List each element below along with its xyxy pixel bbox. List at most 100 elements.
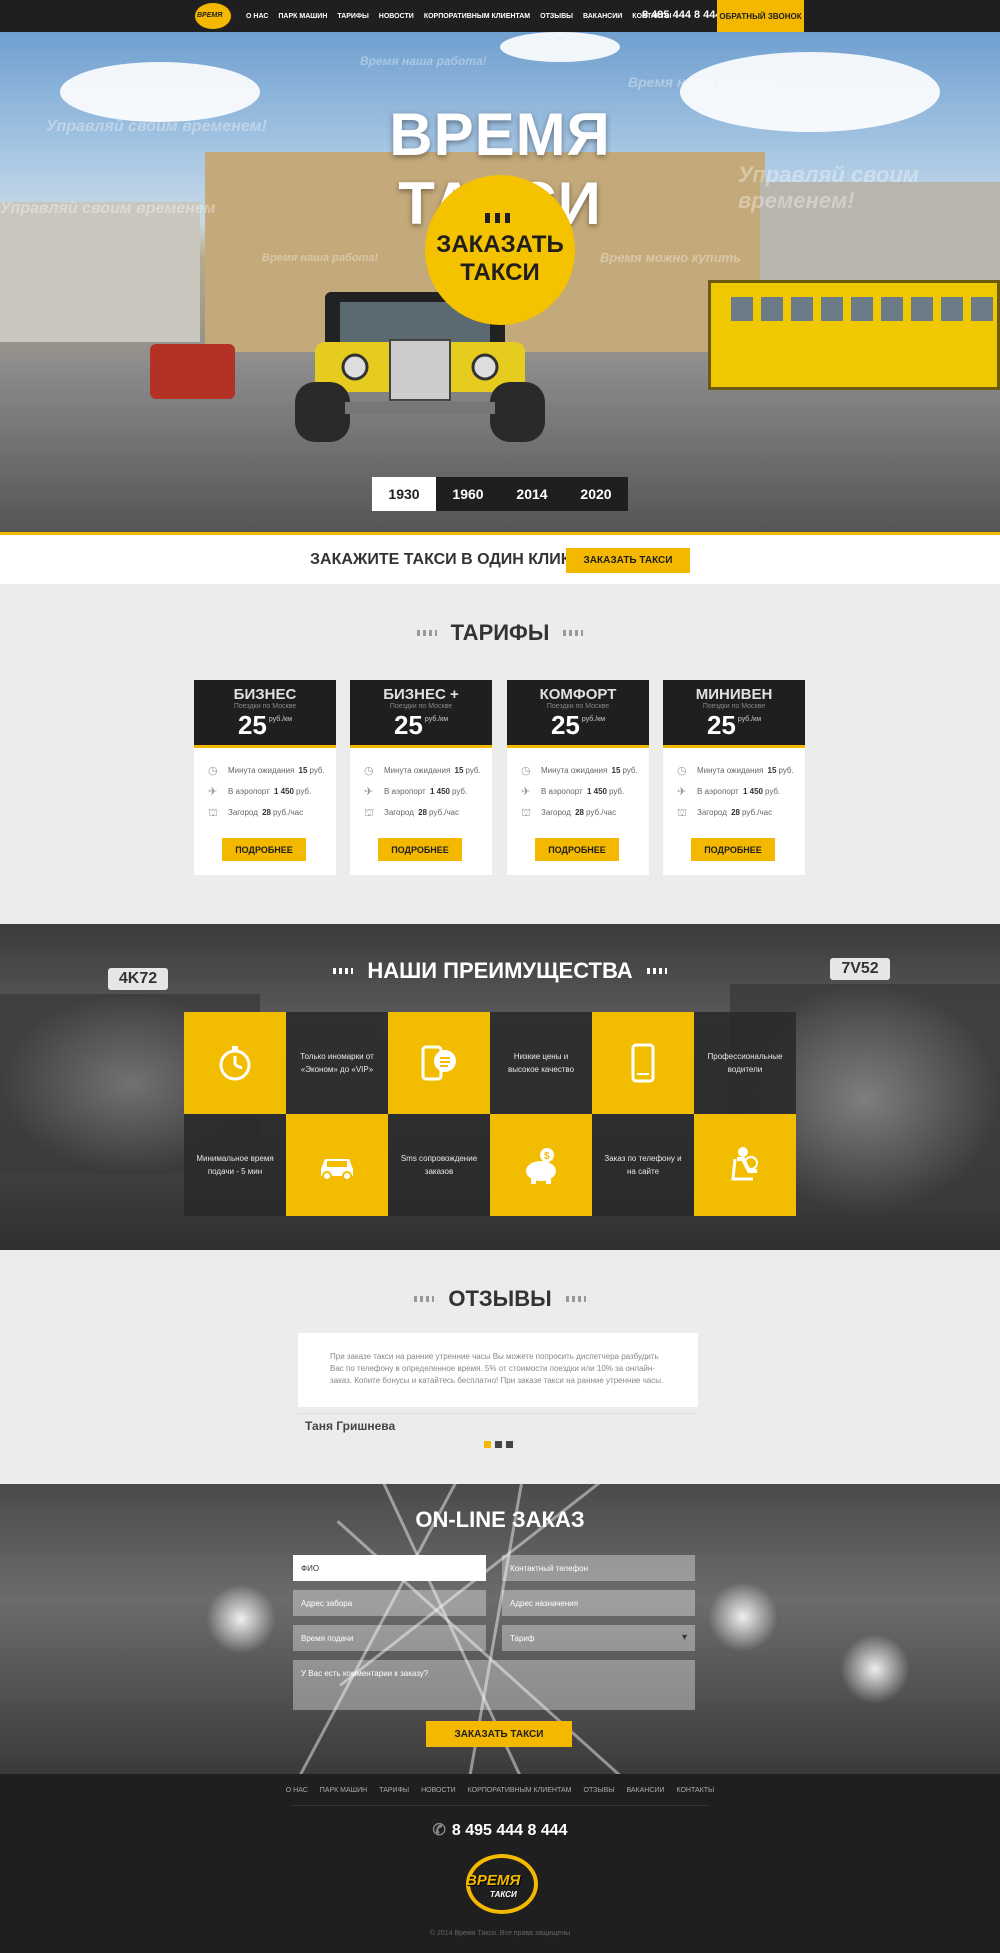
title-decor xyxy=(414,1296,435,1302)
plane-icon: ✈ xyxy=(677,785,687,798)
advantage-text: Только иномарки от «Эконом» до «VIP» xyxy=(300,1052,374,1074)
cloud xyxy=(60,62,260,122)
footer-logo-text: ВРЕМЯ xyxy=(466,1872,521,1889)
title-decor xyxy=(565,1296,586,1302)
outcity-value: 28 xyxy=(418,808,428,817)
clock-icon: ◷ xyxy=(364,764,374,777)
wait-value: 15 xyxy=(611,766,621,775)
order-title-text: ON-LINE ЗАКАЗ xyxy=(415,1507,585,1532)
footer-phone-number: 8 495 444 8 444 xyxy=(451,1822,568,1839)
outcity-icon: ⛫ xyxy=(677,806,688,819)
nav-link-tariffs[interactable]: ТАРИФЫ xyxy=(337,13,368,20)
nav-link-about[interactable]: О НАС xyxy=(246,13,268,20)
tariff-card-minivan: МИНИВЕН Поездки по Москве 25 руб./км ◷ Мин… xyxy=(663,680,805,875)
name-field[interactable]: ФИО xyxy=(293,1555,486,1581)
footer-menu: О НАС ПАРК МАШИН ТАРИФЫ НОВОСТИ КОРПОРАТ… xyxy=(0,1787,1000,1794)
cta-order-button[interactable]: ЗАКАЗАТЬ ТАКСИ xyxy=(566,548,690,573)
callback-button[interactable]: ОБРАТНЫЙ ЗВОНОК xyxy=(717,0,804,32)
outcity-value: 28 xyxy=(575,808,585,817)
outcity-icon: ⛫ xyxy=(364,806,375,819)
watermark: Время можно купить xyxy=(600,250,741,265)
advantage-fast-pickup: Минимальное время подачи - 5 мин xyxy=(184,1114,286,1216)
footer-link-corporate[interactable]: КОРПОРАТИВНЫМ КЛИЕНТАМ xyxy=(468,1787,572,1794)
airport-label: В аэропорт xyxy=(228,787,270,796)
nav-link-reviews[interactable]: ОТЗЫВЫ xyxy=(540,13,573,20)
wait-label: Минута ожидания xyxy=(228,766,295,775)
nav-phone[interactable]: 8 495 444 8 444 xyxy=(642,9,722,21)
logo-text: ВРЕМЯ xyxy=(197,12,223,19)
tariff-select[interactable]: Тариф xyxy=(502,1625,695,1651)
copyright: © 2014 Время Такси. Все права защищены xyxy=(429,1930,571,1937)
nav-link-fleet[interactable]: ПАРК МАШИН xyxy=(278,13,327,20)
wait-unit: руб. xyxy=(309,766,325,775)
footer-link-vacancies[interactable]: ВАКАНСИИ xyxy=(626,1787,664,1794)
airport-label: В аэропорт xyxy=(697,787,739,796)
tariff-more-button[interactable]: ПОДРОБНЕЕ xyxy=(691,838,775,861)
title-decor xyxy=(416,630,437,636)
tariff-price: 25 xyxy=(237,710,267,740)
tariff-more-button[interactable]: ПОДРОБНЕЕ xyxy=(535,838,619,861)
clock-icon: ◷ xyxy=(208,764,218,777)
footer-link-news[interactable]: НОВОСТИ xyxy=(421,1787,456,1794)
footer-divider xyxy=(290,1805,710,1806)
airport-unit: руб. xyxy=(451,787,468,796)
cloud xyxy=(500,32,620,62)
tariff-unit: руб./км xyxy=(424,716,449,723)
tariff-price: 25 xyxy=(550,710,580,740)
tariff-card-business: БИЗНЕС Поездки по Москве 25 руб./км ◷ Мину… xyxy=(194,680,336,875)
order-title: ON-LINE ЗАКАЗ xyxy=(0,1507,1000,1533)
footer-phone[interactable]: ✆ 8 495 444 8 444 xyxy=(0,1820,1000,1840)
svg-text:$: $ xyxy=(544,1151,550,1162)
hero-order-line2: ТАКСИ xyxy=(460,259,540,286)
submit-order-button[interactable]: ЗАКАЗАТЬ ТАКСИ xyxy=(426,1721,572,1747)
destination-address-field[interactable]: Адрес назначения xyxy=(502,1590,695,1616)
tariff-unit: руб./км xyxy=(581,716,606,723)
year-tab-1960[interactable]: 1960 xyxy=(436,477,500,511)
light-glow xyxy=(206,1584,276,1654)
airport-unit: руб. xyxy=(295,787,312,796)
advantage-foreign-cars: Только иномарки от «Эконом» до «VIP» xyxy=(286,1012,388,1114)
pickup-time-field[interactable]: Время подачи xyxy=(293,1625,486,1651)
tariff-more-button[interactable]: ПОДРОБНЕЕ xyxy=(378,838,462,861)
review-dot[interactable] xyxy=(495,1441,502,1448)
year-tab-2020[interactable]: 2020 xyxy=(564,477,628,511)
footer-link-tariffs[interactable]: ТАРИФЫ xyxy=(379,1787,409,1794)
footer-link-about[interactable]: О НАС xyxy=(286,1787,308,1794)
light-glow xyxy=(708,1582,778,1652)
clock-icon: ◷ xyxy=(521,764,531,777)
pickup-address-field[interactable]: Адрес забора xyxy=(293,1590,486,1616)
tariff-sub: Поездки по Москве xyxy=(233,703,297,710)
footer-link-fleet[interactable]: ПАРК МАШИН xyxy=(320,1787,367,1794)
year-tab-1930[interactable]: 1930 xyxy=(372,477,436,511)
hero-order-button[interactable]: ЗАКАЗАТЬ ТАКСИ xyxy=(425,175,575,325)
year-tab-2014[interactable]: 2014 xyxy=(500,477,564,511)
review-pagination xyxy=(484,1441,513,1448)
advantage-text: Минимальное время подачи - 5 мин xyxy=(196,1154,274,1176)
tariffs-title-text: ТАРИФЫ xyxy=(450,620,550,645)
airport-label: В аэропорт xyxy=(384,787,426,796)
wait-label: Минута ожидания xyxy=(541,766,608,775)
plane-icon: ✈ xyxy=(521,785,531,798)
tariff-price: 25 xyxy=(706,710,736,740)
plane-icon: ✈ xyxy=(364,785,374,798)
review-card: При заказе такси на ранние утренние часы… xyxy=(298,1333,698,1407)
advantage-sms: Sms сопровождение заказов xyxy=(388,1114,490,1216)
footer-logo[interactable]: ВРЕМЯ ТАКСИ xyxy=(466,1854,538,1914)
footer-link-contacts[interactable]: КОНТАКТЫ xyxy=(676,1787,714,1794)
outcity-value: 28 xyxy=(731,808,741,817)
review-dot[interactable] xyxy=(484,1441,491,1448)
tariff-more-button[interactable]: ПОДРОБНЕЕ xyxy=(222,838,306,861)
nav-link-vacancies[interactable]: ВАКАНСИИ xyxy=(583,13,622,20)
review-dot[interactable] xyxy=(506,1441,513,1448)
nav-link-corporate[interactable]: КОРПОРАТИВНЫМ КЛИЕНТАМ xyxy=(424,13,530,20)
tariff-name: БИЗНЕС xyxy=(233,686,297,703)
nav-link-news[interactable]: НОВОСТИ xyxy=(379,13,414,20)
title-decor xyxy=(333,968,354,974)
logo[interactable]: ВРЕМЯ xyxy=(193,1,233,31)
advantage-text: Заказ по телефону и на сайте xyxy=(604,1154,682,1176)
taxi-checker-icon xyxy=(485,213,515,223)
comment-field[interactable]: У Вас есть комментарии к заказу? xyxy=(293,1660,695,1710)
phone-field[interactable]: Контактный телефон xyxy=(502,1555,695,1581)
footer-link-reviews[interactable]: ОТЗЫВЫ xyxy=(584,1787,615,1794)
plane-icon: ✈ xyxy=(208,785,218,798)
